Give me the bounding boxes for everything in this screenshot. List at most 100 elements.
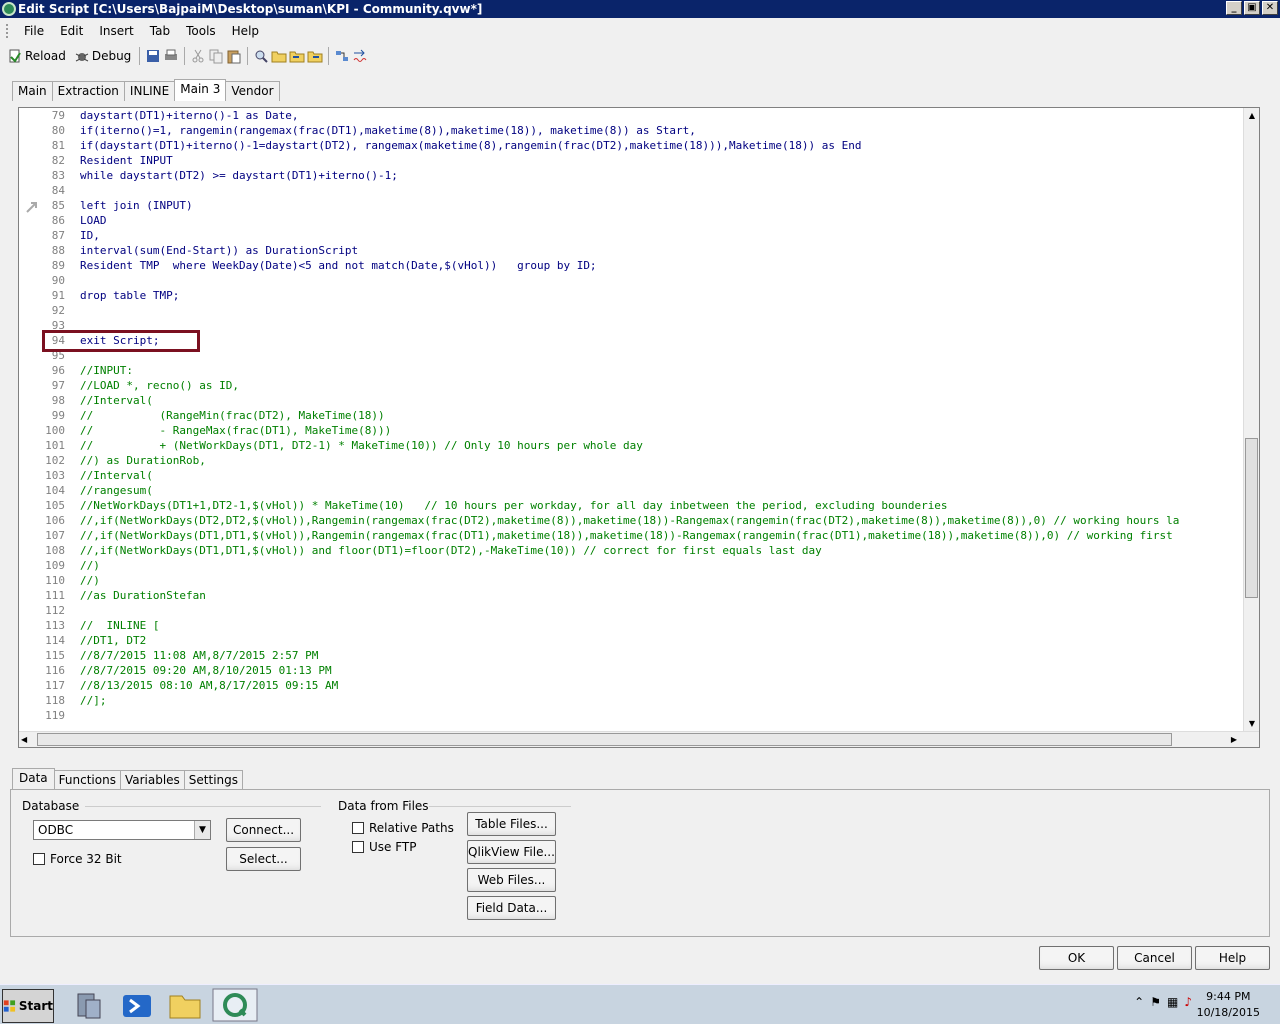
vertical-scrollbar[interactable]: ▲ ▼: [1243, 108, 1259, 732]
code-line[interactable]: while daystart(DT2) >= daystart(DT1)+ite…: [80, 168, 1244, 183]
code-line[interactable]: Resident INPUT: [80, 153, 1244, 168]
tab-inline[interactable]: INLINE: [123, 81, 176, 101]
script-editor[interactable]: 79 80 81 82 83 84 85 86 87 88 89 90 91 92 93 94 95 96 97 98…: [18, 107, 1260, 748]
connect-button[interactable]: Connect...: [226, 818, 301, 842]
code-line[interactable]: [80, 303, 1244, 318]
code-line[interactable]: [80, 603, 1244, 618]
use-ftp-checkbox-box[interactable]: [352, 841, 364, 853]
ok-button[interactable]: OK: [1039, 946, 1114, 970]
code-line[interactable]: daystart(DT1)+iterno()-1 as Date,: [80, 108, 1244, 123]
code-line[interactable]: LOAD: [80, 213, 1244, 228]
code-line[interactable]: exit Script;: [80, 333, 1244, 348]
code-line[interactable]: drop table TMP;: [80, 288, 1244, 303]
code-line[interactable]: ID,: [80, 228, 1244, 243]
chevron-down-icon[interactable]: ▼: [194, 821, 210, 839]
find-icon[interactable]: [253, 48, 269, 64]
show-hidden-icons-icon[interactable]: ⌃: [1134, 995, 1144, 1009]
menu-tab[interactable]: Tab: [142, 20, 178, 42]
code-line[interactable]: if(iterno()=1, rangemin(rangemax(frac(DT…: [80, 123, 1244, 138]
start-button[interactable]: Start: [2, 989, 54, 1023]
code-line[interactable]: //8/7/2015 09:20 AM,8/10/2015 01:13 PM: [80, 663, 1244, 678]
horizontal-scroll-thumb[interactable]: [37, 733, 1172, 746]
tab-data[interactable]: Data: [12, 768, 55, 790]
code-line[interactable]: [80, 348, 1244, 363]
code-line[interactable]: //];: [80, 693, 1244, 708]
code-line[interactable]: //NetWorkDays(DT1+1,DT2-1,$(vHol)) * Mak…: [80, 498, 1244, 513]
relative-paths-checkbox-box[interactable]: [352, 822, 364, 834]
relative-paths-checkbox[interactable]: Relative Paths: [352, 821, 454, 835]
scroll-left-arrow-icon[interactable]: ◀: [21, 732, 27, 747]
cut-icon[interactable]: [190, 48, 206, 64]
menu-file[interactable]: File: [16, 20, 52, 42]
vertical-scroll-thumb[interactable]: [1245, 438, 1258, 598]
volume-muted-icon[interactable]: ♪: [1184, 995, 1192, 1009]
code-line[interactable]: Resident TMP where WeekDay(Date)<5 and n…: [80, 258, 1244, 273]
maximize-button[interactable]: ▣: [1244, 1, 1260, 15]
help-button[interactable]: Help: [1195, 946, 1270, 970]
use-ftp-checkbox[interactable]: Use FTP: [352, 840, 417, 854]
syntax-check-icon[interactable]: [352, 48, 368, 64]
force32-checkbox[interactable]: Force 32 Bit: [33, 852, 122, 866]
paste-icon[interactable]: [226, 48, 242, 64]
code-line[interactable]: //8/13/2015 08:10 AM,8/17/2015 09:15 AM: [80, 678, 1244, 693]
tab-main-3[interactable]: Main 3: [174, 79, 227, 101]
print-icon[interactable]: [163, 48, 179, 64]
cancel-button[interactable]: Cancel: [1117, 946, 1192, 970]
tab-functions[interactable]: Functions: [53, 770, 121, 790]
code-line[interactable]: //rangesum(: [80, 483, 1244, 498]
scroll-down-arrow-icon[interactable]: ▼: [1244, 716, 1259, 732]
select-button[interactable]: Select...: [226, 847, 301, 871]
tab-settings[interactable]: Settings: [183, 770, 244, 790]
code-line[interactable]: //as DurationStefan: [80, 588, 1244, 603]
tab-main[interactable]: Main: [12, 81, 53, 101]
server-manager-icon[interactable]: [66, 988, 112, 1022]
qlikview-file-button[interactable]: QlikView File...: [467, 840, 556, 864]
code-line[interactable]: //INPUT:: [80, 363, 1244, 378]
code-line[interactable]: // - RangeMax(frac(DT1), MakeTime(8))): [80, 423, 1244, 438]
code-line[interactable]: interval(sum(End-Start)) as DurationScri…: [80, 243, 1244, 258]
menu-insert[interactable]: Insert: [91, 20, 141, 42]
folder-forward-icon[interactable]: [307, 48, 323, 64]
copy-icon[interactable]: [208, 48, 224, 64]
horizontal-scrollbar[interactable]: ◀ ▶: [19, 731, 1259, 747]
code-line[interactable]: left join (INPUT): [80, 198, 1244, 213]
clock[interactable]: 9:44 PM 10/18/2015: [1197, 989, 1260, 1021]
code-line[interactable]: //): [80, 573, 1244, 588]
field-data-button[interactable]: Field Data...: [467, 896, 556, 920]
folder-back-icon[interactable]: [289, 48, 305, 64]
menu-help[interactable]: Help: [224, 20, 267, 42]
table-files-button[interactable]: Table Files...: [467, 812, 556, 836]
code-line[interactable]: //,if(NetWorkDays(DT1,DT1,$(vHol)),Range…: [80, 528, 1244, 543]
table-viewer-icon[interactable]: [334, 48, 350, 64]
reload-button[interactable]: Reload: [4, 46, 69, 66]
minimize-button[interactable]: _: [1226, 1, 1242, 15]
force32-checkbox-box[interactable]: [33, 853, 45, 865]
code-line[interactable]: if(daystart(DT1)+iterno()-1=daystart(DT2…: [80, 138, 1244, 153]
code-line[interactable]: [80, 273, 1244, 288]
code-line[interactable]: [80, 318, 1244, 333]
code-line[interactable]: //Interval(: [80, 393, 1244, 408]
code-line[interactable]: //,if(NetWorkDays(DT2,DT2,$(vHol)),Range…: [80, 513, 1244, 528]
code-line[interactable]: // INLINE [: [80, 618, 1244, 633]
network-icon[interactable]: ▦: [1167, 995, 1178, 1009]
menu-tools[interactable]: Tools: [178, 20, 224, 42]
close-button[interactable]: ✕: [1262, 1, 1278, 15]
code-line[interactable]: //): [80, 558, 1244, 573]
powershell-icon[interactable]: [114, 988, 160, 1022]
action-center-flag-icon[interactable]: ⚑: [1150, 995, 1161, 1009]
debug-button[interactable]: Debug: [71, 46, 134, 66]
code-line[interactable]: // (RangeMin(frac(DT2), MakeTime(18)): [80, 408, 1244, 423]
code-line[interactable]: //LOAD *, recno() as ID,: [80, 378, 1244, 393]
open-folder-icon[interactable]: [271, 48, 287, 64]
code-line[interactable]: //,if(NetWorkDays(DT1,DT1,$(vHol)) and f…: [80, 543, 1244, 558]
code-line[interactable]: // + (NetWorkDays(DT1, DT2-1) * MakeTime…: [80, 438, 1244, 453]
save-icon[interactable]: [145, 48, 161, 64]
menu-edit[interactable]: Edit: [52, 20, 91, 42]
code-area[interactable]: daystart(DT1)+iterno()-1 as Date, if(iter…: [80, 108, 1244, 732]
code-line[interactable]: //Interval(: [80, 468, 1244, 483]
file-explorer-icon[interactable]: [162, 988, 208, 1022]
tab-vendor[interactable]: Vendor: [225, 81, 280, 101]
code-line[interactable]: //DT1, DT2: [80, 633, 1244, 648]
web-files-button[interactable]: Web Files...: [467, 868, 556, 892]
code-line[interactable]: //8/7/2015 11:08 AM,8/7/2015 2:57 PM: [80, 648, 1244, 663]
